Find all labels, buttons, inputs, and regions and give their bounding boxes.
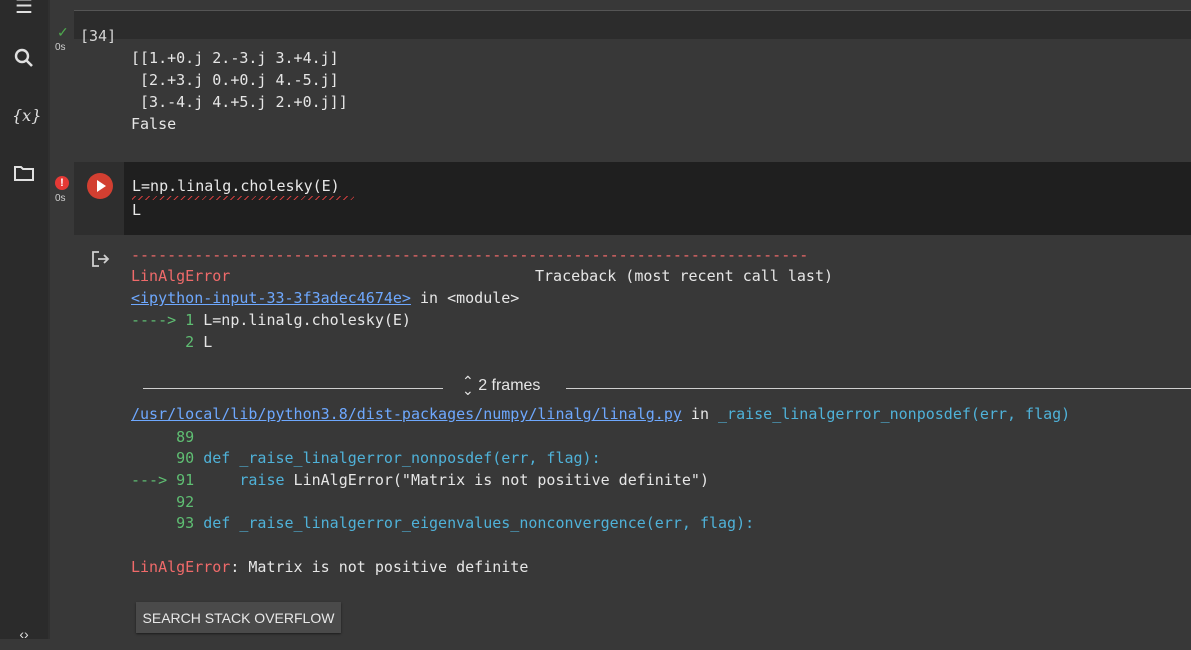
success-check-icon: ✓ <box>57 24 69 40</box>
line-number: 2 <box>131 333 195 351</box>
input-link[interactable]: <ipython-input-33-3f3adec4674e> <box>131 289 411 307</box>
code-line[interactable]: L <box>132 201 141 219</box>
frames-toggle[interactable]: ⌃ ⌄ 2 frames <box>462 373 541 398</box>
sidebar: ☰ {x} ‹› <box>0 0 49 642</box>
traceback-line: <ipython-input-33-3f3adec4674e> in <modu… <box>131 289 519 307</box>
line-arrow: ---> 91 <box>131 471 195 489</box>
frames-label: 2 frames <box>478 377 541 395</box>
final-error-message: : Matrix is not positive definite <box>230 558 529 576</box>
gutter-divider <box>48 0 50 639</box>
code-text: LinAlgError("Matrix is not positive defi… <box>284 471 709 489</box>
traceback-header: Traceback (most recent call last) <box>535 267 834 285</box>
traceback-line: /usr/local/lib/python3.8/dist-packages/n… <box>131 405 1070 423</box>
code-text: def _raise_linalgerror_nonposdef(err, fl… <box>194 449 601 467</box>
line-number: 92 <box>131 493 195 511</box>
code-text: L <box>194 333 213 351</box>
search-stack-overflow-button[interactable]: SEARCH STACK OVERFLOW <box>136 602 341 633</box>
frames-divider <box>143 388 443 389</box>
output-line: False <box>131 115 177 133</box>
line-arrow: ----> 1 <box>131 311 195 329</box>
function-name: _raise_linalgerror_nonposdef(err, flag) <box>718 405 1071 423</box>
code-line[interactable]: L=np.linalg.cholesky(E) <box>132 177 340 195</box>
error-name: LinAlgError <box>131 267 231 285</box>
in-module-text: in <module> <box>410 289 520 307</box>
code-text: def _raise_linalgerror_eigenvalues_nonco… <box>194 514 755 532</box>
traceback-line: 93 def _raise_linalgerror_eigenvalues_no… <box>131 514 754 532</box>
variables-icon[interactable]: {x} <box>12 106 41 130</box>
final-error-line: LinAlgError: Matrix is not positive defi… <box>131 558 528 576</box>
code-text: L=np.linalg.cholesky(E) <box>194 311 411 329</box>
final-error-name: LinAlgError <box>131 558 231 576</box>
traceback-line: 2 L <box>131 333 212 351</box>
files-icon[interactable] <box>12 163 36 187</box>
search-icon[interactable] <box>12 47 36 71</box>
expand-chevrons-icon: ⌃ ⌄ <box>462 373 474 398</box>
error-squiggle <box>132 196 354 200</box>
traceback-separator: ----------------------------------------… <box>131 246 809 264</box>
output-actions-icon[interactable] <box>91 250 111 268</box>
file-link[interactable]: /usr/local/lib/python3.8/dist-packages/n… <box>131 405 682 423</box>
line-number: 90 <box>131 449 195 467</box>
frames-divider <box>566 388 1191 389</box>
traceback-line: ---> 91 raise LinAlgError("Matrix is not… <box>131 471 709 489</box>
code-keyword: raise <box>194 471 285 489</box>
in-text: in <box>681 405 719 423</box>
output-line: [2.+3.j 0.+0.j 4.-5.j] <box>131 71 339 89</box>
output-line: [[1.+0.j 2.-3.j 3.+4.j] <box>131 49 339 67</box>
line-number: 93 <box>131 514 195 532</box>
run-cell-button[interactable] <box>87 173 113 199</box>
cell-1-collapsed-editor[interactable] <box>74 10 1191 39</box>
code-snippets-icon[interactable]: ‹› <box>12 626 36 650</box>
error-status-icon: ! <box>55 176 69 190</box>
table-of-contents-icon[interactable]: ☰ <box>12 0 36 18</box>
traceback-line: ----> 1 L=np.linalg.cholesky(E) <box>131 311 411 329</box>
cell-1-exec-time: 0s <box>55 42 66 53</box>
line-number: 89 <box>131 428 195 446</box>
cell-2-exec-time: 0s <box>55 193 66 204</box>
output-line: [3.-4.j 4.+5.j 2.+0.j]] <box>131 93 348 111</box>
execution-count: [34] <box>80 27 117 45</box>
cell-1-output: [[1.+0.j 2.-3.j 3.+4.j] [2.+3.j 0.+0.j 4… <box>131 47 348 135</box>
traceback-line: 90 def _raise_linalgerror_nonposdef(err,… <box>131 449 601 467</box>
